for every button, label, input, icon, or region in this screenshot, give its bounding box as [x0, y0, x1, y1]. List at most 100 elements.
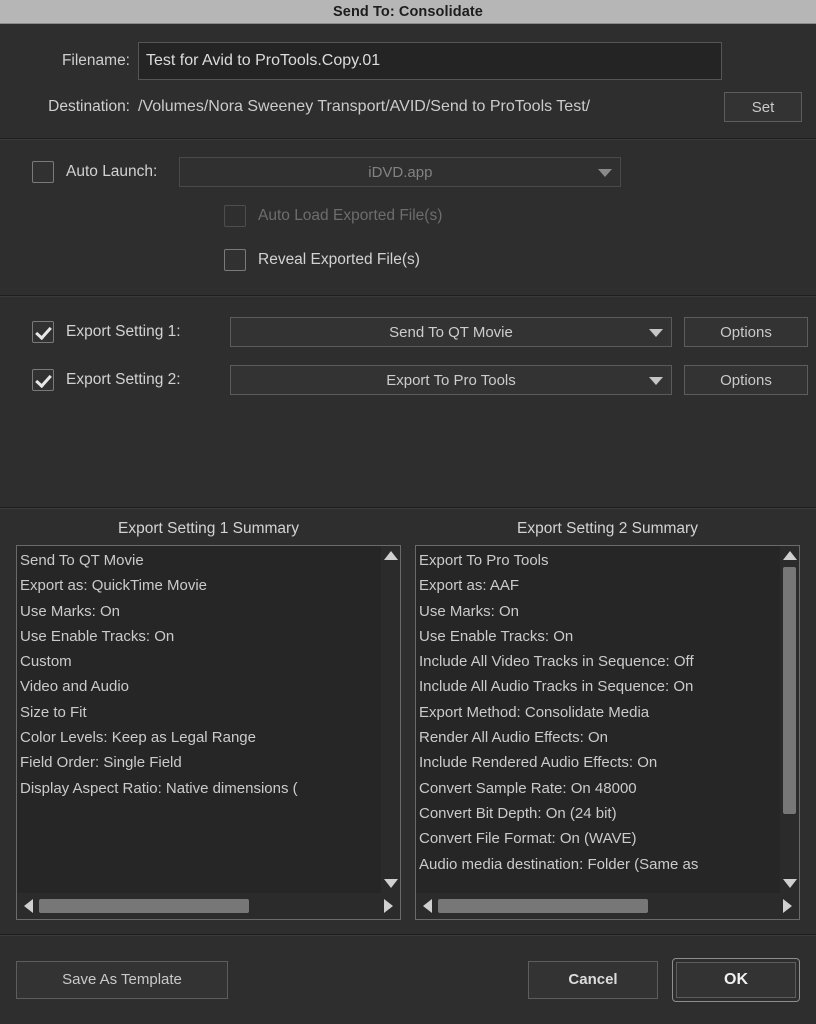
- export-settings-section: Export Setting 1: Send To QT Movie Optio…: [0, 296, 816, 508]
- list-item[interactable]: Include All Audio Tracks in Sequence: On: [419, 674, 780, 699]
- summary-right-horizontal-track[interactable]: [438, 893, 777, 919]
- ok-button-focus-ring: OK: [672, 957, 800, 1002]
- list-item[interactable]: Render All Audio Effects: On: [419, 725, 780, 750]
- list-item[interactable]: Display Aspect Ratio: Native dimensions …: [20, 776, 381, 801]
- export-setting-1-label: Export Setting 1:: [66, 323, 181, 340]
- summary-left-listbox: Send To QT Movie Export as: QuickTime Mov…: [16, 545, 401, 920]
- chevron-down-icon: [649, 329, 663, 337]
- scroll-left-arrow-icon[interactable]: [24, 899, 33, 913]
- list-item[interactable]: Export as: QuickTime Movie: [20, 573, 381, 598]
- summary-left-vertical-track[interactable]: [381, 565, 400, 874]
- summary-right-items: Export To Pro Tools Export as: AAF Use Mar…: [416, 546, 780, 893]
- export-setting-2-options-button[interactable]: Options: [684, 365, 808, 395]
- save-as-template-button[interactable]: Save As Template: [16, 960, 228, 999]
- export-setting-1-value: Send To QT Movie: [389, 323, 513, 341]
- summary-right-vertical-scrollbar[interactable]: [780, 546, 799, 893]
- summary-right-column: Export Setting 2 Summary Export To Pro T…: [415, 520, 800, 920]
- scroll-right-arrow-icon[interactable]: [384, 899, 393, 913]
- summary-right-listbox: Export To Pro Tools Export as: AAF Use Mar…: [415, 545, 800, 920]
- export-setting-1-row: Export Setting 1: Send To QT Movie Optio…: [0, 312, 816, 352]
- send-to-consolidate-dialog: Send To: Consolidate Filename: Test for …: [0, 0, 816, 1024]
- auto-load-row: Auto Load Exported File(s): [224, 199, 816, 233]
- scroll-left-arrow-icon[interactable]: [423, 899, 432, 913]
- list-item[interactable]: Convert File Format: On (WAVE): [419, 826, 780, 851]
- destination-row: Destination: /Volumes/Nora Sweeney Trans…: [0, 90, 816, 124]
- chevron-down-icon: [598, 169, 613, 177]
- summary-left-horizontal-track[interactable]: [39, 893, 378, 919]
- summary-left-items: Send To QT Movie Export as: QuickTime Mov…: [17, 546, 381, 893]
- list-item[interactable]: Field Order: Single Field: [20, 750, 381, 775]
- list-item[interactable]: Convert Sample Rate: On 48000: [419, 776, 780, 801]
- list-item[interactable]: Include All Video Tracks in Sequence: Of…: [419, 649, 780, 674]
- export-setting-2-label: Export Setting 2:: [66, 371, 181, 388]
- cancel-button[interactable]: Cancel: [528, 960, 658, 999]
- scroll-right-arrow-icon[interactable]: [783, 899, 792, 913]
- auto-launch-app-value: iDVD.app: [368, 163, 433, 181]
- reveal-exported-label: Reveal Exported File(s): [258, 251, 420, 268]
- summary-left-column: Export Setting 1 Summary Send To QT Movi…: [16, 520, 401, 920]
- auto-load-label: Auto Load Exported File(s): [258, 207, 443, 224]
- export-setting-1-checkbox-wrap: [32, 321, 54, 343]
- destination-label: Destination:: [48, 98, 130, 115]
- export-setting-1-checkbox[interactable]: [32, 321, 54, 343]
- list-item[interactable]: Custom: [20, 649, 381, 674]
- window-titlebar: Send To: Consolidate: [0, 0, 816, 24]
- export-setting-2-checkbox[interactable]: [32, 369, 54, 391]
- export-setting-2-checkbox-wrap: [32, 369, 54, 391]
- destination-path: /Volumes/Nora Sweeney Transport/AVID/Sen…: [138, 98, 591, 115]
- list-item[interactable]: Size to Fit: [20, 700, 381, 725]
- summary-right-title: Export Setting 2 Summary: [517, 520, 698, 537]
- chevron-down-icon: [649, 377, 663, 385]
- summaries-section: Export Setting 1 Summary Send To QT Movi…: [0, 508, 816, 934]
- auto-launch-label: Auto Launch:: [66, 163, 158, 180]
- summary-left-horizontal-scrollbar[interactable]: [17, 893, 400, 919]
- dialog-footer: Save As Template Cancel OK: [0, 934, 816, 1024]
- scroll-up-arrow-icon[interactable]: [782, 551, 797, 560]
- summary-right-horizontal-thumb[interactable]: [438, 899, 649, 913]
- list-item[interactable]: Use Marks: On: [419, 599, 780, 624]
- scroll-down-arrow-icon[interactable]: [782, 879, 797, 888]
- filename-input[interactable]: Test for Avid to ProTools.Copy.01: [138, 42, 722, 80]
- auto-launch-section: Auto Launch: iDVD.app Auto Load Exported…: [0, 139, 816, 296]
- summary-right-horizontal-scrollbar[interactable]: [416, 893, 799, 919]
- auto-launch-checkbox[interactable]: [32, 161, 54, 183]
- reveal-exported-checkbox[interactable]: [224, 249, 246, 271]
- file-section: Filename: Test for Avid to ProTools.Copy…: [0, 24, 816, 139]
- export-setting-2-value: Export To Pro Tools: [386, 371, 516, 389]
- summary-left-body: Send To QT Movie Export as: QuickTime Mov…: [17, 546, 400, 893]
- window-title: Send To: Consolidate: [333, 3, 483, 20]
- reveal-exported-row: Reveal Exported File(s): [224, 243, 816, 277]
- ok-button[interactable]: OK: [676, 961, 796, 998]
- scroll-down-arrow-icon[interactable]: [383, 879, 398, 888]
- auto-launch-app-dropdown[interactable]: iDVD.app: [179, 157, 622, 187]
- auto-launch-checkbox-wrap: [32, 161, 54, 183]
- auto-launch-row: Auto Launch: iDVD.app: [0, 155, 816, 189]
- summary-left-vertical-scrollbar[interactable]: [381, 546, 400, 893]
- set-destination-button[interactable]: Set: [724, 92, 802, 122]
- list-item[interactable]: Export Method: Consolidate Media: [419, 700, 780, 725]
- filename-label: Filename:: [61, 52, 130, 69]
- list-item[interactable]: Audio media destination: Folder (Same as: [419, 852, 780, 877]
- list-item[interactable]: Use Enable Tracks: On: [20, 624, 381, 649]
- export-setting-1-dropdown[interactable]: Send To QT Movie: [230, 317, 672, 347]
- scroll-up-arrow-icon[interactable]: [383, 551, 398, 560]
- export-setting-2-dropdown[interactable]: Export To Pro Tools: [230, 365, 672, 395]
- list-item[interactable]: Use Enable Tracks: On: [419, 624, 780, 649]
- list-item[interactable]: Export To Pro Tools: [419, 548, 780, 573]
- summary-right-vertical-thumb[interactable]: [783, 567, 796, 815]
- list-item[interactable]: Export as: AAF: [419, 573, 780, 598]
- list-item[interactable]: Convert Bit Depth: On (24 bit): [419, 801, 780, 826]
- filename-row: Filename: Test for Avid to ProTools.Copy…: [0, 42, 816, 80]
- summary-left-title: Export Setting 1 Summary: [118, 520, 299, 537]
- list-item[interactable]: Video and Audio: [20, 674, 381, 699]
- summary-left-horizontal-thumb[interactable]: [39, 899, 250, 913]
- auto-load-checkbox[interactable]: [224, 205, 246, 227]
- list-item[interactable]: Use Marks: On: [20, 599, 381, 624]
- list-item[interactable]: Color Levels: Keep as Legal Range: [20, 725, 381, 750]
- export-setting-2-row: Export Setting 2: Export To Pro Tools Op…: [0, 360, 816, 400]
- summary-right-body: Export To Pro Tools Export as: AAF Use Mar…: [416, 546, 799, 893]
- list-item[interactable]: Send To QT Movie: [20, 548, 381, 573]
- export-setting-1-options-button[interactable]: Options: [684, 317, 808, 347]
- list-item[interactable]: Include Rendered Audio Effects: On: [419, 750, 780, 775]
- summary-right-vertical-track[interactable]: [780, 565, 799, 874]
